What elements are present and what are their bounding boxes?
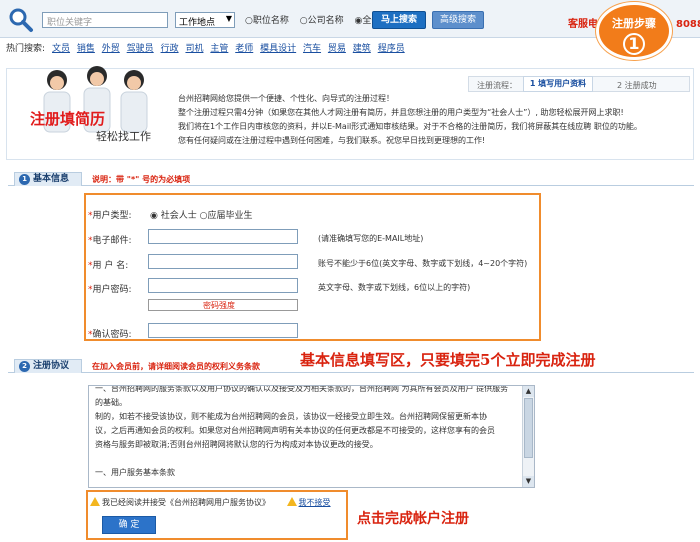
basic-info-header: 1 基本信息 说明：带 "*" 号的为必填项 (8, 172, 694, 186)
email-hint: (请准确填写您的E-MAIL地址) (318, 234, 424, 243)
agreement-scrollbar[interactable]: ▲ ▼ (522, 386, 534, 487)
search-type-radios: ○职位名称 ○公司名称 ◉全部 (245, 13, 388, 26)
intro-text: 台州招聘网给您提供一个便捷、个性化、向导式的注册过程！ 整个注册过程只需4分钟（… (178, 92, 693, 148)
basic-info-tab: 1 基本信息 (14, 172, 82, 186)
hot-link[interactable]: 程序员 (378, 44, 405, 54)
hot-link[interactable]: 主管 (210, 44, 228, 54)
hot-link[interactable]: 司机 (185, 44, 203, 54)
flow-step-1: 1 填写用户资料 (523, 76, 593, 92)
hot-link[interactable]: 老师 (235, 44, 253, 54)
flow-label: 注册流程： (477, 81, 517, 90)
registration-step-badge: 注册步骤 1 (596, 2, 672, 60)
radio-company-name-label: 公司名称 (307, 16, 344, 26)
password-strength-label: 密码强度 (203, 301, 235, 310)
hot-link[interactable]: 汽车 (303, 44, 321, 54)
scroll-down-icon[interactable]: ▼ (523, 476, 534, 487)
scroll-up-icon[interactable]: ▲ (523, 386, 534, 397)
warning-icon (90, 497, 100, 506)
service-phone: 80888 (676, 19, 700, 30)
keyword-input[interactable]: 职位关键字 (42, 12, 168, 28)
banner-title: 注册填简历 (30, 110, 106, 128)
intro-line: 整个注册过程只需4分钟（如果您在其他人才网注册有简历，并且您想注册的用户类型为“… (178, 108, 624, 117)
user-type-radios: ◉ 社会人士 ○应届毕业生 (150, 208, 252, 221)
location-select-value: 工作地点 (179, 18, 216, 28)
warning-icon (286, 497, 297, 506)
email-field[interactable] (148, 229, 298, 244)
basic-info-note: 说明：带 "*" 号的为必填项 (92, 175, 191, 184)
confirm-password-field[interactable] (148, 323, 298, 338)
radio-social[interactable]: ◉ 社会人士 (150, 211, 197, 221)
username-hint: 账号不能少于6位(英文字母、数字或下划线，4~20个字符) (318, 259, 528, 268)
search-button[interactable]: 马上搜索 (372, 11, 426, 29)
confirm-password-label: *确认密码: (88, 330, 132, 340)
radio-job-name[interactable]: ○职位名称 (245, 16, 293, 26)
agreement-line: 议，之后再通知会员的权利。如果您对台州招聘网声明有关本协议的任何更改都是不可接受… (95, 426, 495, 435)
agreement-line: 一、用户服务基本条款 (95, 468, 175, 477)
intro-line: 台州招聘网给您提供一个便捷、个性化、向导式的注册过程！ (178, 94, 394, 103)
hot-search-label: 热门搜索: (6, 44, 46, 54)
step-badge-title: 注册步骤 (612, 17, 656, 30)
reject-agreement-link[interactable]: 我不接受 (299, 498, 331, 507)
hot-link[interactable]: 销售 (77, 44, 95, 54)
confirm-annotation: 点击完成帐户注册 (357, 511, 469, 527)
hot-search-bar: 热门搜索: 文员 销售 外贸 驾驶员 行政 司机 主管 老师 模具设计 汽车 贸… (0, 39, 700, 55)
scroll-thumb[interactable] (524, 398, 533, 458)
hot-link[interactable]: 模具设计 (260, 44, 296, 54)
hot-link[interactable]: 外贸 (102, 44, 120, 54)
radio-graduate[interactable]: ○应届毕业生 (200, 211, 253, 221)
intro-line: 我们将在1个工作日内审核您的资料，并以E-Mail形式通知审核结果。对于不合格的… (178, 122, 642, 131)
hot-search-links: 文员 销售 外贸 驾驶员 行政 司机 主管 老师 模具设计 汽车 贸易 建筑 程… (52, 41, 409, 54)
agreement-line: 制的，如若不接受该协议，则不能成为台州招聘网的会员，该协议一经接受立即生效。台州… (95, 412, 487, 421)
radio-graduate-label: 应届毕业生 (207, 211, 253, 221)
user-type-label: *用户类型: (88, 211, 132, 221)
hot-link[interactable]: 文员 (52, 44, 70, 54)
hot-link[interactable]: 建筑 (353, 44, 371, 54)
agreement-line: 一、台州招聘网的服务条款以及用户协议的确认以及接受及为相关条款的，台州招聘网 为… (95, 385, 509, 407)
accept-agreement-link[interactable]: 我已经阅读并接受《台州招聘网用户服务协议》 (102, 498, 270, 507)
radio-social-label: 社会人士 (160, 211, 197, 221)
agreement-title: 注册协议 (33, 361, 70, 371)
chevron-down-icon: ▼ (225, 14, 232, 23)
radio-job-name-label: 职位名称 (252, 16, 289, 26)
password-label: *用户密码: (88, 285, 132, 295)
username-field[interactable] (148, 254, 298, 269)
banner-subtitle: 轻松找工作 (96, 130, 151, 143)
intro-line: 您有任何疑问或在注册过程中遇到任何困难，与我们联系。祝您早日找到更理想的工作! (178, 136, 486, 145)
location-select[interactable]: 工作地点 ▼ (175, 12, 235, 28)
confirm-button[interactable]: 确 定 (102, 516, 156, 534)
agreement-note: 在加入会员前，请详细阅读会员的权利义务条款 (92, 362, 260, 371)
agreement-options: 我已经阅读并接受《台州招聘网用户服务协议》 我不接受 (90, 496, 331, 508)
username-label: *用 户 名: (88, 261, 129, 271)
section-number: 2 (19, 361, 30, 372)
step-badge-number: 1 (623, 33, 645, 55)
password-field[interactable] (148, 278, 298, 293)
password-hint: 英文字母、数字或下划线，6位以上的字符) (318, 283, 471, 292)
basic-info-title: 基本信息 (33, 174, 70, 184)
basic-info-annotation: 基本信息填写区，只要填完5个立即完成注册 (300, 351, 596, 369)
hot-link[interactable]: 驾驶员 (127, 44, 154, 54)
registration-flow: 注册流程： 1 填写用户资料 2 注册成功 (468, 76, 690, 92)
agreement-tab: 2 注册协议 (14, 359, 82, 373)
hot-link[interactable]: 贸易 (328, 44, 346, 54)
password-strength-meter: 密码强度 (148, 299, 298, 311)
agreement-textbox[interactable]: 一、台州招聘网的服务条款以及用户协议的确认以及接受及为相关条款的，台州招聘网 为… (88, 385, 535, 488)
radio-company-name[interactable]: ○公司名称 (300, 16, 348, 26)
email-label: *电子邮件: (88, 236, 132, 246)
advanced-search-button[interactable]: 高级搜索 (432, 11, 484, 29)
service-label: 客服电 (568, 19, 598, 30)
section-number: 1 (19, 174, 30, 185)
flow-step-2: 2 注册成功 (617, 81, 657, 90)
hot-link[interactable]: 行政 (161, 44, 179, 54)
agreement-line: 资格与服务即被取消;否则台州招聘网将默认您的行为构成对本协议更改的接受。 (95, 440, 378, 449)
agreement-text: 一、台州招聘网的服务条款以及用户协议的确认以及接受及为相关条款的，台州招聘网 为… (95, 385, 515, 480)
search-logo-icon (9, 8, 33, 32)
